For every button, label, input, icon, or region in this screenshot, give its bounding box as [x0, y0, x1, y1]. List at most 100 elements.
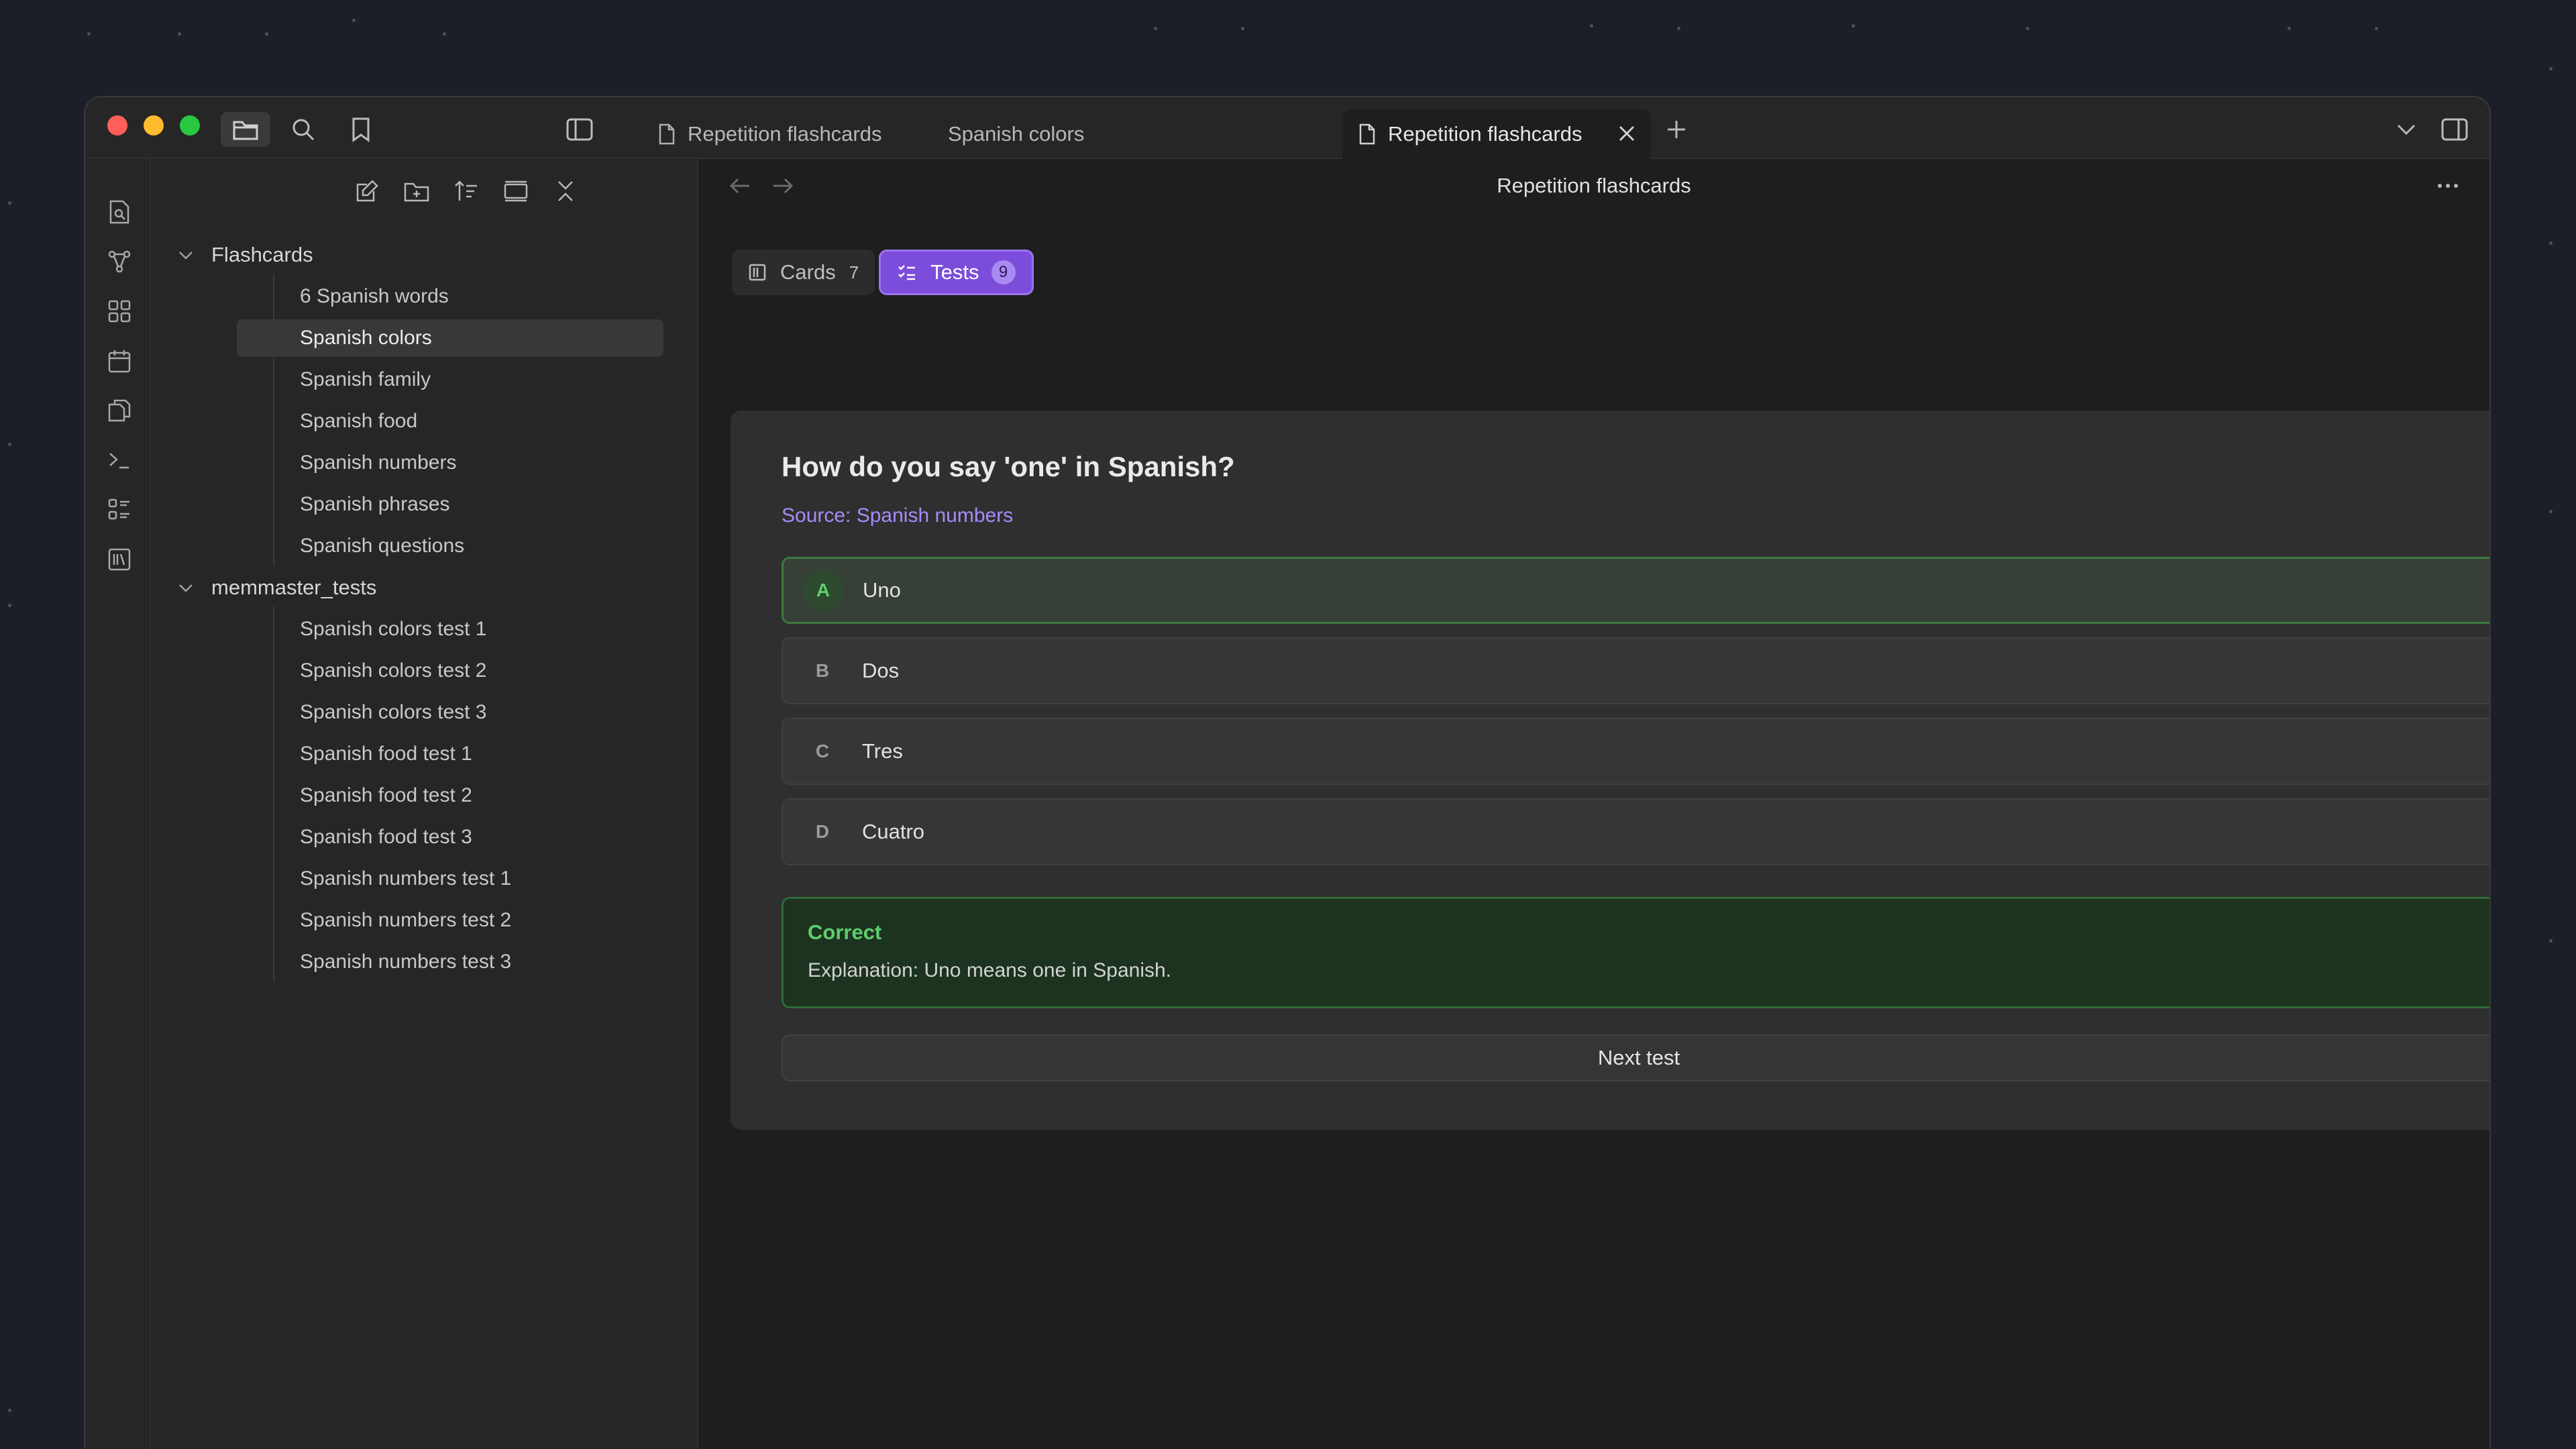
new-tab-button[interactable] — [1656, 112, 1697, 147]
chevron-down-icon — [2397, 124, 2416, 136]
toggle-right-sidebar-button[interactable] — [2433, 112, 2476, 147]
file-spanish-numbers-test-1[interactable]: Spanish numbers test 1 — [237, 860, 663, 898]
more-options-icon[interactable] — [2434, 174, 2461, 198]
templates-icon[interactable] — [107, 398, 132, 423]
option-letter: C — [815, 741, 830, 761]
cards-mode-label: Cards — [780, 260, 836, 284]
checklist-icon — [898, 265, 916, 280]
file-label: Spanish family — [300, 368, 431, 390]
sort-icon[interactable] — [453, 178, 480, 205]
file-label: Spanish colors test 3 — [300, 701, 487, 723]
file-spanish-colors-test-2[interactable]: Spanish colors test 2 — [237, 652, 663, 690]
file-label: Spanish colors test 2 — [300, 659, 487, 682]
option-text: Uno — [863, 578, 901, 602]
file-6-spanish-words[interactable]: 6 Spanish words — [237, 278, 663, 315]
file-icon — [1359, 123, 1375, 145]
auto-reveal-icon[interactable] — [502, 178, 529, 205]
file-explorer-button[interactable] — [221, 112, 270, 147]
tab-list-button[interactable] — [2386, 112, 2426, 147]
file-spanish-numbers-test-2[interactable]: Spanish numbers test 2 — [237, 902, 663, 939]
option-d[interactable]: D Cuatro — [782, 798, 2489, 865]
file-label: Spanish phrases — [300, 493, 450, 515]
search-icon — [292, 119, 315, 141]
file-icon — [659, 123, 675, 145]
folder-flashcards[interactable]: Flashcards — [178, 236, 313, 274]
file-spanish-numbers[interactable]: Spanish numbers — [237, 444, 663, 482]
result-panel: Correct Explanation: Uno means one in Sp… — [782, 897, 2489, 1008]
source-link[interactable]: Source: Spanish numbers — [782, 504, 1013, 527]
flashcards-icon[interactable] — [107, 547, 132, 572]
cards-mode-button[interactable]: Cards 7 — [732, 250, 875, 295]
graph-view-icon[interactable] — [107, 249, 132, 274]
tests-count: 9 — [991, 260, 1016, 284]
file-spanish-colors[interactable]: Spanish colors — [237, 319, 663, 357]
file-label: Spanish colors test 1 — [300, 618, 487, 640]
file-label: 6 Spanish words — [300, 285, 449, 307]
cards-icon — [749, 264, 766, 281]
right-sidebar-icon — [2441, 118, 2468, 141]
file-spanish-questions[interactable]: Spanish questions — [237, 527, 663, 565]
option-text: Cuatro — [862, 820, 925, 843]
calendar-icon[interactable] — [107, 348, 132, 374]
file-label: Spanish food test 1 — [300, 743, 472, 765]
main-view: Repetition flashcards Cards 7 Tests 9 Ho… — [698, 159, 2489, 1449]
quick-switcher-icon[interactable] — [107, 199, 132, 225]
option-c[interactable]: C Tres — [782, 718, 2489, 785]
tab-label: Repetition flashcards — [1388, 122, 1582, 146]
file-label: Spanish numbers test 2 — [300, 909, 512, 931]
file-spanish-phrases[interactable]: Spanish phrases — [237, 486, 663, 523]
file-label: Spanish food test 3 — [300, 826, 472, 848]
file-spanish-numbers-test-3[interactable]: Spanish numbers test 3 — [237, 943, 663, 981]
file-label: Spanish food test 2 — [300, 784, 472, 806]
question-text: How do you say 'one' in Spanish? — [782, 451, 1235, 482]
canvas-icon[interactable] — [107, 299, 132, 324]
tab-repetition-flashcards-active[interactable]: Repetition flashcards — [1342, 109, 1651, 159]
file-label: Spanish numbers test 3 — [300, 951, 512, 973]
file-spanish-food-test-3[interactable]: Spanish food test 3 — [237, 818, 663, 856]
list-icon[interactable] — [107, 497, 132, 523]
tab-spanish-colors[interactable]: Spanish colors — [932, 109, 1200, 159]
file-spanish-food[interactable]: Spanish food — [237, 402, 663, 440]
next-test-button[interactable]: Next test — [782, 1034, 2489, 1081]
tab-repetition-flashcards-1[interactable]: Repetition flashcards — [642, 109, 924, 159]
view-title: Repetition flashcards — [1497, 174, 1691, 197]
folder-label: memmaster_tests — [211, 576, 377, 599]
file-explorer-toolbar — [151, 172, 697, 210]
file-spanish-food-test-2[interactable]: Spanish food test 2 — [237, 777, 663, 814]
file-label: Spanish food — [300, 410, 418, 432]
close-tab-icon[interactable] — [1617, 124, 1636, 143]
bookmarks-button[interactable] — [336, 112, 386, 147]
bookmark-icon — [352, 117, 370, 142]
file-spanish-family[interactable]: Spanish family — [237, 361, 663, 398]
chevron-down-icon — [179, 584, 193, 592]
option-letter: A — [802, 570, 844, 611]
file-spanish-colors-test-3[interactable]: Spanish colors test 3 — [237, 694, 663, 731]
tab-label: Repetition flashcards — [688, 122, 882, 146]
file-label: Spanish questions — [300, 535, 465, 557]
tests-mode-label: Tests — [930, 260, 979, 284]
new-folder-icon[interactable] — [403, 178, 430, 205]
collapse-all-icon[interactable] — [552, 178, 579, 205]
tab-label: Spanish colors — [948, 122, 1085, 146]
maximize-window-button[interactable] — [180, 115, 200, 136]
search-button[interactable] — [278, 112, 328, 147]
title-bar: Repetition flashcards Spanish colors Rep… — [85, 97, 2489, 159]
close-window-button[interactable] — [107, 115, 127, 136]
minimize-window-button[interactable] — [144, 115, 164, 136]
file-spanish-food-test-1[interactable]: Spanish food test 1 — [237, 735, 663, 773]
option-a[interactable]: A Uno — [782, 557, 2489, 624]
option-text: Dos — [862, 659, 900, 682]
tests-mode-button[interactable]: Tests 9 — [879, 250, 1034, 295]
folder-icon — [233, 121, 258, 140]
toggle-sidebar-button[interactable] — [555, 112, 604, 147]
option-b[interactable]: B Dos — [782, 637, 2489, 704]
file-spanish-colors-test-1[interactable]: Spanish colors test 1 — [237, 610, 663, 648]
new-note-icon[interactable] — [354, 178, 380, 205]
mode-switcher: Cards 7 Tests 9 — [732, 250, 1034, 295]
command-palette-icon[interactable] — [107, 447, 132, 473]
option-text: Tres — [862, 739, 903, 763]
folder-memmaster-tests[interactable]: memmaster_tests — [178, 569, 376, 606]
app-window: Repetition flashcards Spanish colors Rep… — [84, 96, 2491, 1449]
folder-label: Flashcards — [211, 243, 313, 266]
file-label: Spanish numbers test 1 — [300, 867, 512, 890]
